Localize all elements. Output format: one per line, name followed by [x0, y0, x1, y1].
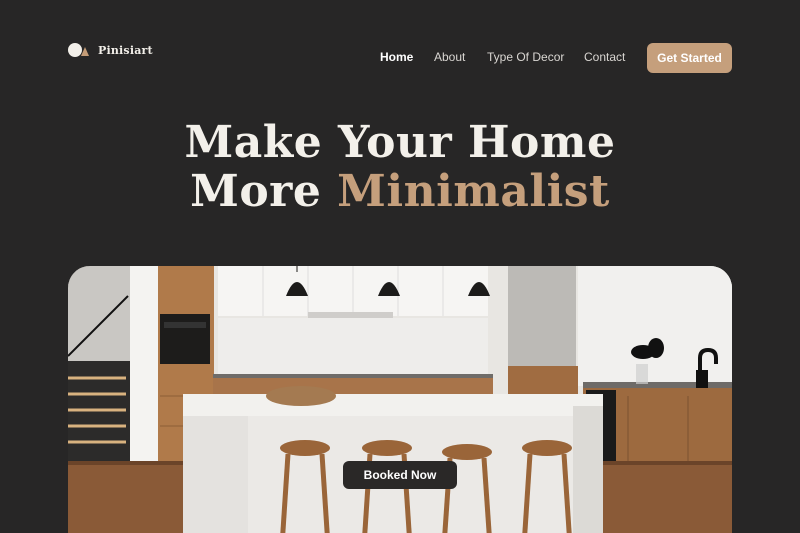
kitchen-hero-image — [68, 266, 732, 533]
hero-title-line-2-plain: More — [190, 166, 338, 217]
hero-title-line-1: Make Your Home — [184, 117, 616, 168]
nav-contact[interactable]: Contact — [584, 50, 625, 64]
hero-title-accent: Minimalist — [337, 166, 610, 217]
nav-home[interactable]: Home — [380, 50, 413, 64]
nav-about[interactable]: About — [434, 50, 465, 64]
hero-title: Make Your Home More Minimalist — [0, 118, 800, 216]
nav-type-of-decor[interactable]: Type Of Decor — [487, 50, 564, 64]
logo-mark-icon — [68, 42, 92, 58]
brand-name: Pinisiart — [98, 43, 153, 57]
logo[interactable]: Pinisiart — [68, 42, 153, 58]
kitchen-illustration — [68, 266, 732, 533]
get-started-button[interactable]: Get Started — [647, 43, 732, 73]
booked-now-button[interactable]: Booked Now — [343, 461, 457, 489]
